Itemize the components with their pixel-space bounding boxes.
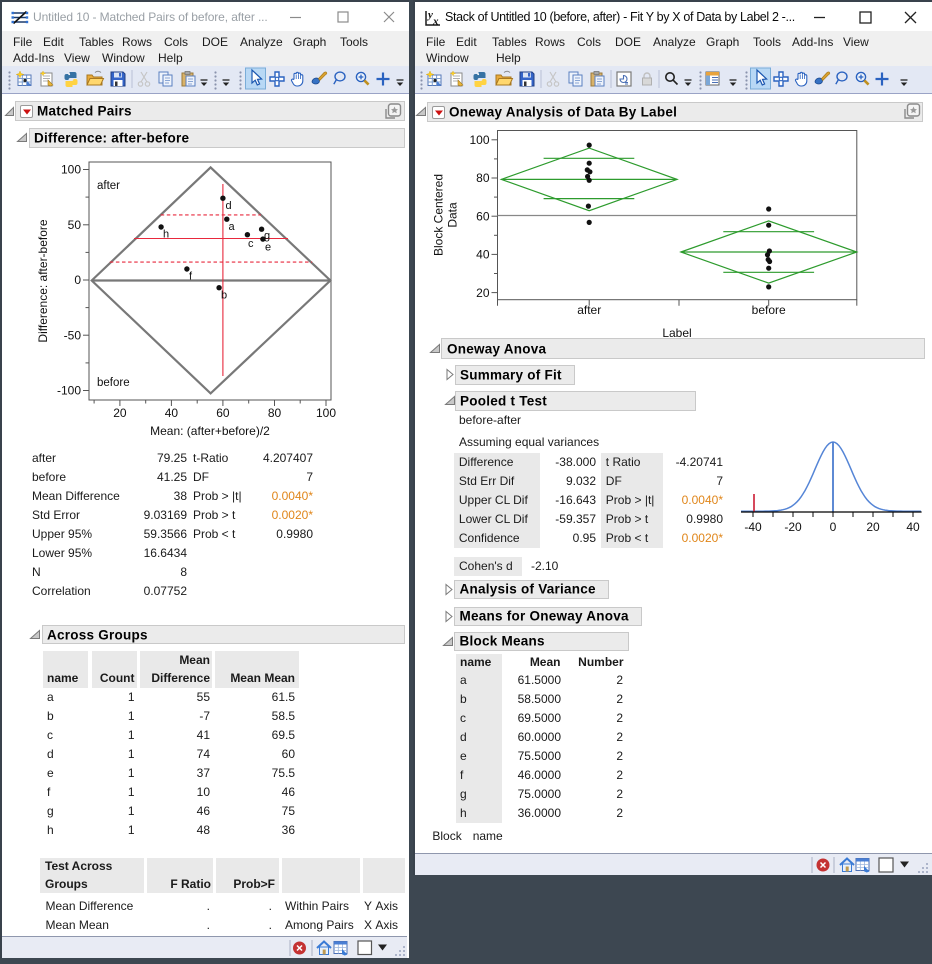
svg-text:-40: -40 — [744, 520, 762, 534]
svg-text:100: 100 — [316, 406, 336, 420]
svg-text:20: 20 — [866, 520, 880, 534]
svg-text:b: b — [221, 290, 227, 302]
svg-text:80: 80 — [268, 406, 282, 420]
svg-text:40: 40 — [165, 406, 179, 420]
svg-text:100: 100 — [469, 133, 489, 147]
svg-text:-50: -50 — [64, 328, 82, 342]
svg-text:e: e — [265, 242, 271, 254]
svg-text:0: 0 — [830, 520, 837, 534]
svg-text:Data: Data — [446, 202, 460, 228]
svg-text:40: 40 — [476, 248, 490, 262]
svg-text:80: 80 — [476, 171, 490, 185]
svg-text:-100: -100 — [57, 384, 81, 398]
svg-text:20: 20 — [476, 286, 490, 300]
svg-text:Mean: (after+before)/2: Mean: (after+before)/2 — [150, 424, 270, 438]
svg-text:c: c — [248, 238, 254, 250]
svg-text:100: 100 — [61, 163, 81, 177]
svg-text:60: 60 — [476, 209, 490, 223]
svg-text:a: a — [229, 221, 236, 233]
svg-text:h: h — [163, 229, 169, 241]
svg-text:after: after — [577, 303, 601, 317]
svg-text:y: y — [426, 9, 433, 21]
svg-text:Difference: after-before: Difference: after-before — [36, 219, 50, 343]
svg-text:after: after — [97, 180, 120, 192]
svg-text:before: before — [97, 377, 130, 389]
svg-text:Block Centered: Block Centered — [432, 174, 446, 256]
svg-text:20: 20 — [113, 406, 127, 420]
svg-text:before: before — [752, 303, 786, 317]
svg-text:60: 60 — [216, 406, 230, 420]
svg-text:x: x — [432, 16, 439, 28]
svg-text:-20: -20 — [784, 520, 802, 534]
svg-text:0: 0 — [74, 273, 81, 287]
svg-text:40: 40 — [906, 520, 920, 534]
svg-text:50: 50 — [68, 218, 82, 232]
svg-text:d: d — [226, 200, 232, 212]
